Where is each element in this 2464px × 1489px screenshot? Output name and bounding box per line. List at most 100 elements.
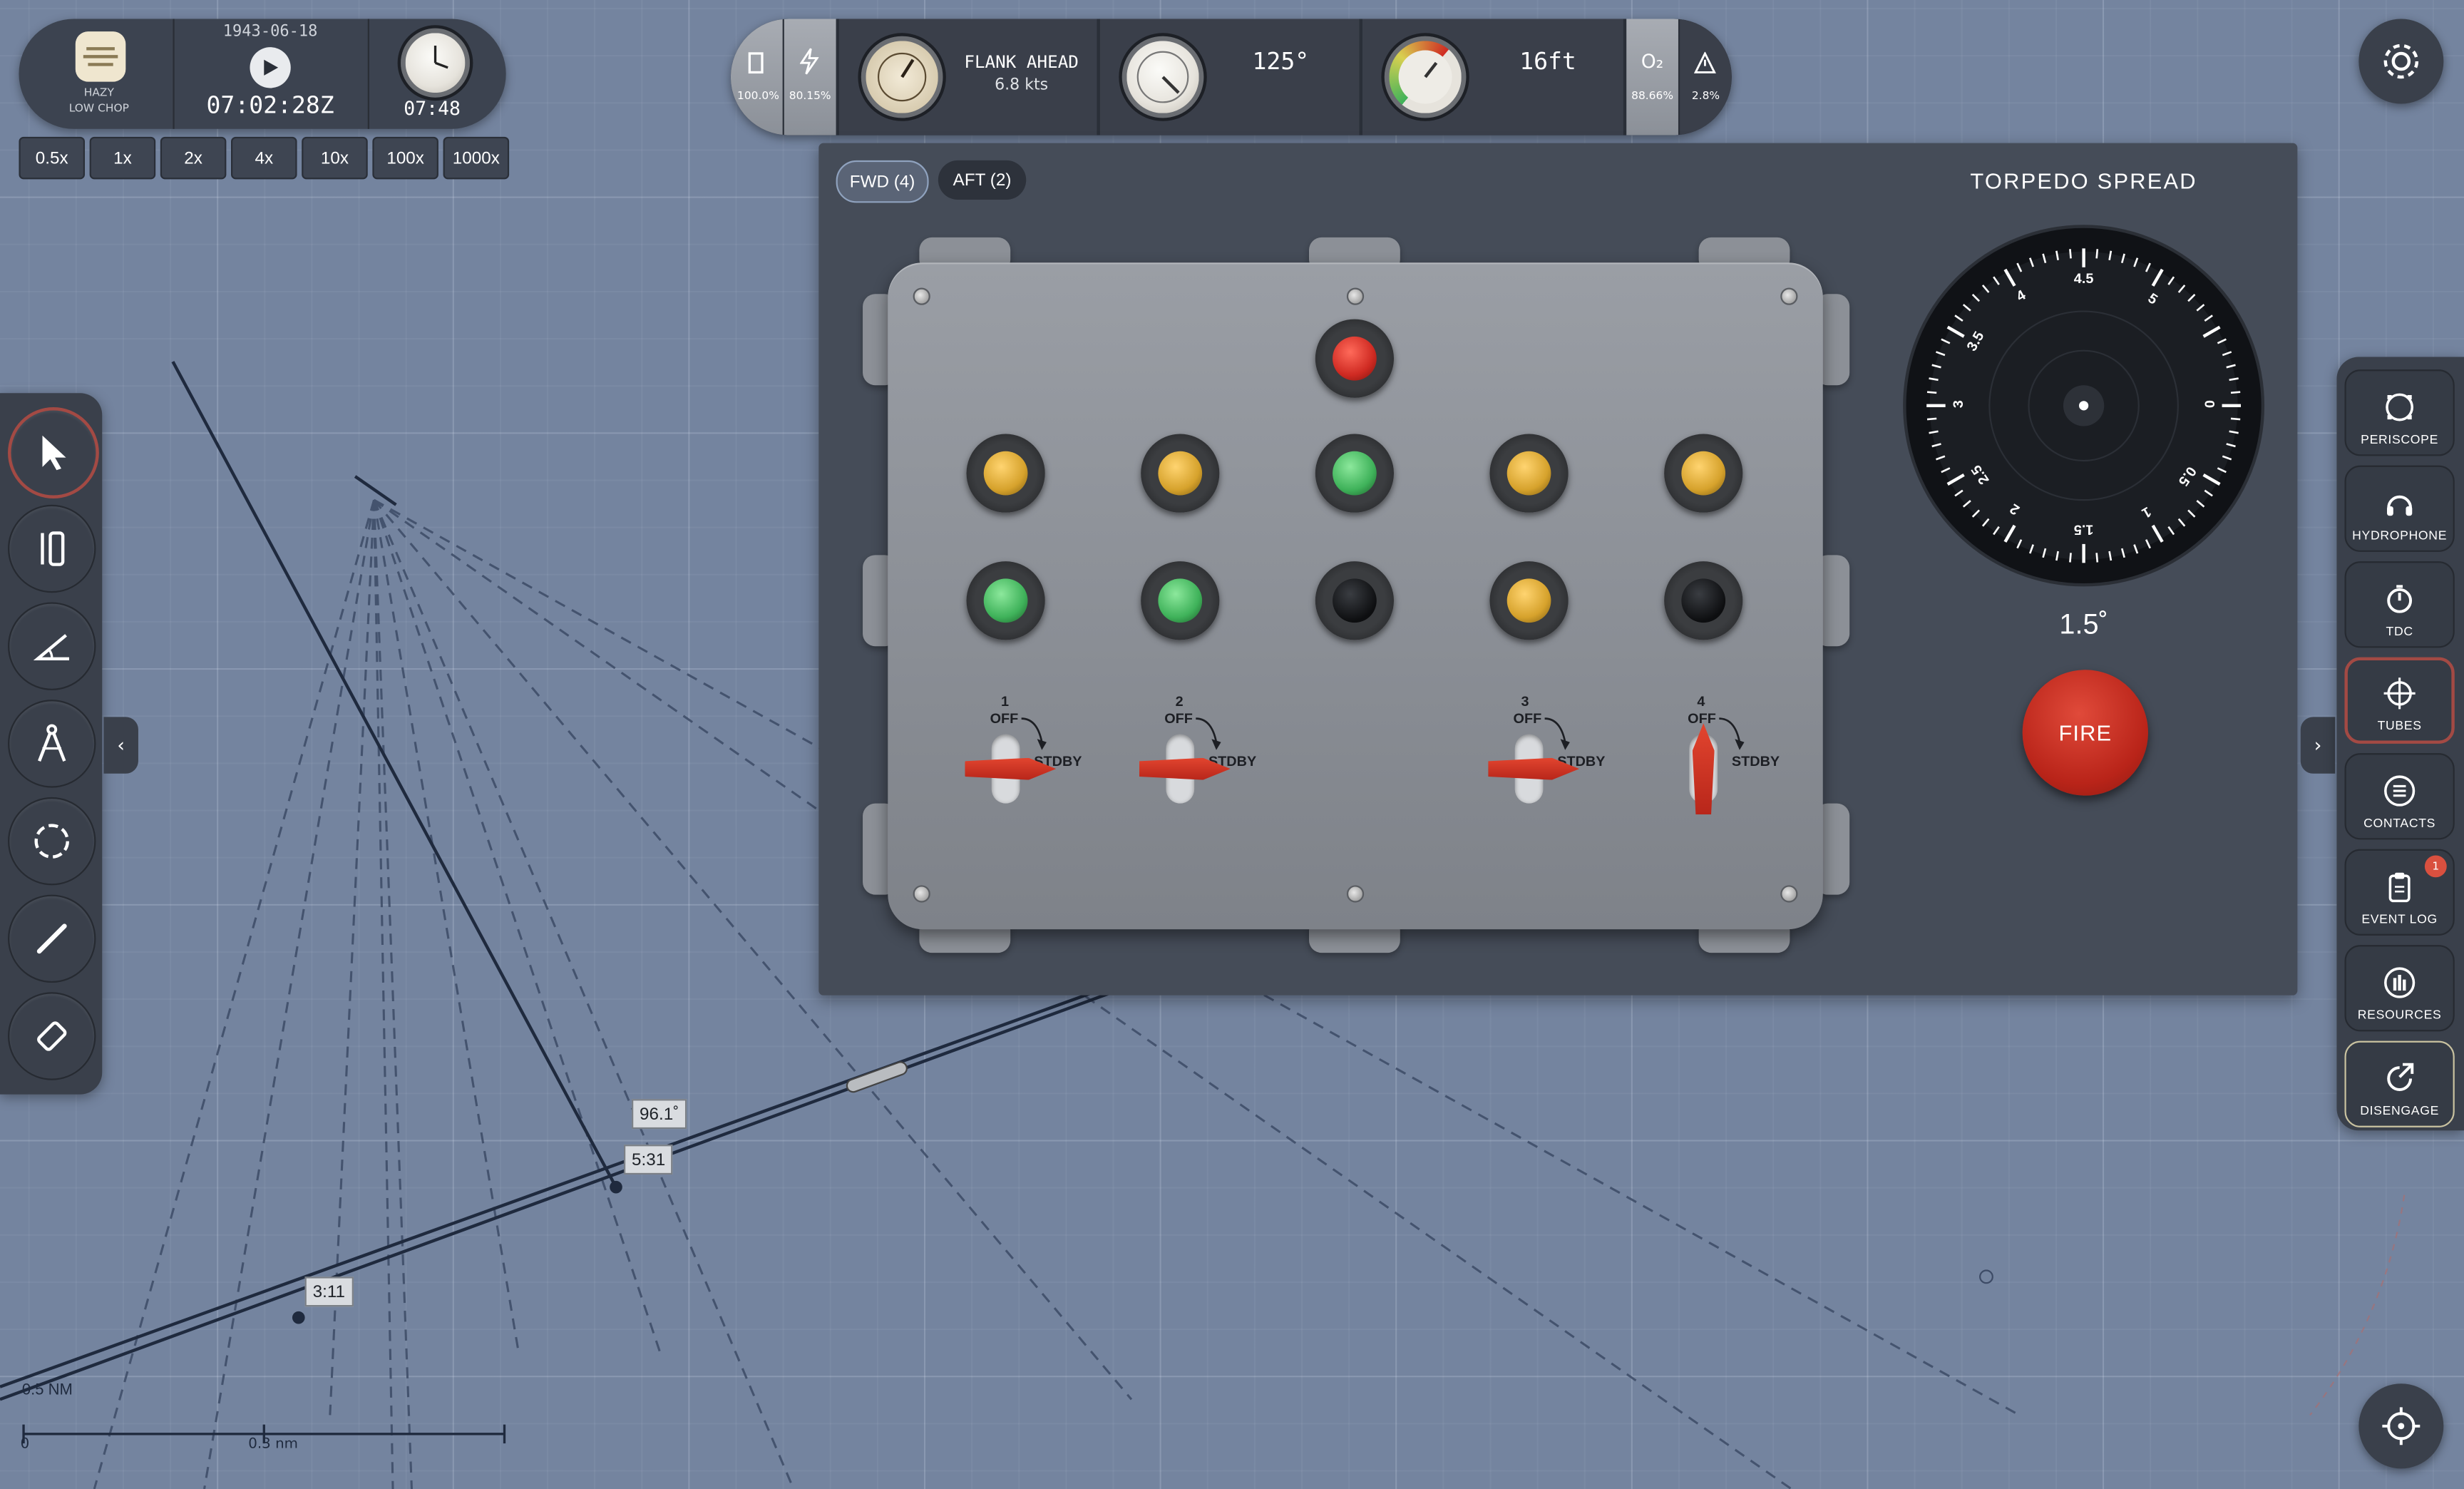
eraser-tool-button[interactable] [8, 992, 96, 1080]
speed-1x-button[interactable]: 1x [89, 136, 156, 180]
headphones-icon [2386, 495, 2413, 516]
tube-2-status-lamp [1141, 561, 1220, 640]
speed-1000x-button[interactable]: 1000x [443, 136, 510, 180]
tubes-label: TUBES [2377, 718, 2422, 733]
tube-1-ready-lamp [966, 434, 1045, 513]
speed-0-5x-button[interactable]: 0.5x [19, 136, 86, 180]
tab-aft[interactable]: AFT (2) [938, 160, 1027, 200]
spread-value: 1.5˚ [2059, 608, 2108, 640]
o2-pct: 88.66% [1631, 89, 1674, 103]
switch-3-num: 3 [1521, 693, 1529, 710]
depth-readout: 16ft [1519, 47, 1576, 76]
speed-4x-button[interactable]: 4x [231, 136, 297, 180]
speed-2x-button[interactable]: 2x [160, 136, 227, 180]
dashed-circle-icon [34, 824, 69, 859]
disengage-icon [2387, 1063, 2414, 1091]
weather-line1: HAZY [83, 86, 114, 99]
gear-icon [2383, 44, 2419, 79]
crosshair-icon [2383, 677, 2416, 710]
recenter-button[interactable] [2358, 1383, 2444, 1469]
switch-2-num: 2 [1175, 693, 1184, 710]
switch-1-off: OFF [990, 710, 1019, 727]
crosshair-icon [2382, 1407, 2421, 1445]
pencil-icon [36, 923, 67, 954]
tdc-button[interactable]: TDC [2344, 561, 2455, 648]
tube-4-ready-lamp [1664, 434, 1743, 513]
resources-label: RESOURCES [2357, 1008, 2442, 1023]
select-tool-button[interactable] [8, 407, 99, 498]
fuel-icon [748, 51, 766, 82]
eraser-icon [37, 1021, 67, 1051]
tdc-label: TDC [2386, 624, 2413, 639]
o2-label: O₂ [1641, 50, 1664, 73]
protractor-tool-button[interactable] [8, 602, 96, 690]
tubes-button[interactable]: TUBES [2344, 657, 2455, 744]
list-icon [2384, 775, 2416, 807]
battery-pct: 80.15% [789, 89, 831, 103]
speed-10x-button[interactable]: 10x [302, 136, 368, 180]
left-collapse-button[interactable]: ‹ [103, 717, 138, 774]
telegraph-dial-icon [861, 36, 943, 118]
periscope-label: PERISCOPE [2361, 432, 2439, 447]
tube-2-ready-lamp [1141, 434, 1220, 513]
warn-pct: 2.8% [1691, 89, 1720, 103]
right-collapse-button[interactable]: › [2300, 717, 2336, 774]
play-button[interactable] [250, 47, 291, 88]
switch-1-num: 1 [1000, 693, 1010, 710]
speed-readout: 6.8 kts [995, 77, 1049, 95]
chevron-right-icon: › [2314, 734, 2322, 757]
scale-zero: 0 [20, 1437, 30, 1453]
switch-2-off: OFF [1164, 710, 1193, 727]
settings-button[interactable] [2358, 19, 2444, 104]
switch-4-num: 4 [1697, 693, 1705, 710]
depth-gauge-icon [1384, 36, 1467, 118]
contacts-button[interactable]: CONTACTS [2344, 753, 2455, 840]
circle-tool-button[interactable] [8, 797, 96, 886]
spread-title: TORPEDO SPREAD [1970, 168, 2197, 194]
compass-tool-button[interactable] [8, 700, 96, 788]
weather-line2: LOW CHOP [68, 102, 129, 115]
bearing-label: 96.1˚ [632, 1099, 687, 1130]
compass-dial-icon [1121, 36, 1204, 118]
weather-icon [75, 31, 126, 82]
switch-4-off: OFF [1688, 710, 1716, 727]
clock-widget: HAZY LOW CHOP 1943-06-18 07:02:28Z 07:48 [19, 19, 506, 129]
warning-icon [1693, 51, 1716, 81]
periscope-icon [2386, 393, 2414, 421]
dial-label: 4.5 [2073, 270, 2094, 287]
angle-icon [33, 634, 69, 661]
ruler-tool-button[interactable] [8, 504, 96, 593]
battery-icon [799, 47, 819, 82]
resources-icon [2384, 967, 2416, 998]
oxygen-gauge [1626, 19, 1678, 135]
fire-button[interactable]: FIRE [2022, 670, 2148, 796]
tube-4-status-lamp [1664, 561, 1743, 640]
clock-dial-icon [401, 28, 471, 98]
pencil-tool-button[interactable] [8, 894, 96, 983]
telegraph-label: FLANK AHEAD [964, 51, 1079, 73]
dial-label: 1.5 [2073, 522, 2094, 538]
disengage-button[interactable]: DISENGAGE [2344, 1040, 2455, 1127]
event-log-label: EVENT LOG [2361, 911, 2438, 926]
dial-label: 3 [1950, 400, 1966, 409]
periscope-button[interactable]: PERISCOPE [2344, 369, 2455, 456]
contacts-label: CONTACTS [2363, 816, 2436, 831]
speed-100x-button[interactable]: 100x [372, 136, 438, 180]
center-ready-lamp [1315, 434, 1395, 513]
tab-fwd[interactable]: FWD (4) [836, 160, 929, 203]
tool-sidebar [0, 393, 103, 1095]
station-sidebar: PERISCOPE HYDROPHONE TDC TUBES CONTACTS … [2336, 357, 2464, 1131]
hydrophone-label: HYDROPHONE [2352, 528, 2448, 543]
heading-readout: 125° [1252, 47, 1310, 76]
master-lamp [1315, 319, 1395, 398]
tube-3-ready-lamp [1489, 434, 1569, 513]
date-label: 1943-06-18 [222, 24, 318, 41]
drafting-compass-icon [38, 724, 66, 762]
fuel-pct: 100.0% [737, 89, 779, 103]
resources-button[interactable]: RESOURCES [2344, 945, 2455, 1032]
disengage-label: DISENGAGE [2360, 1103, 2440, 1118]
hydrophone-button[interactable]: HYDROPHONE [2344, 465, 2455, 552]
time-label-a: 5:31 [624, 1145, 674, 1175]
tube-3-status-lamp [1489, 561, 1569, 640]
chevron-left-icon: ‹ [117, 734, 125, 757]
